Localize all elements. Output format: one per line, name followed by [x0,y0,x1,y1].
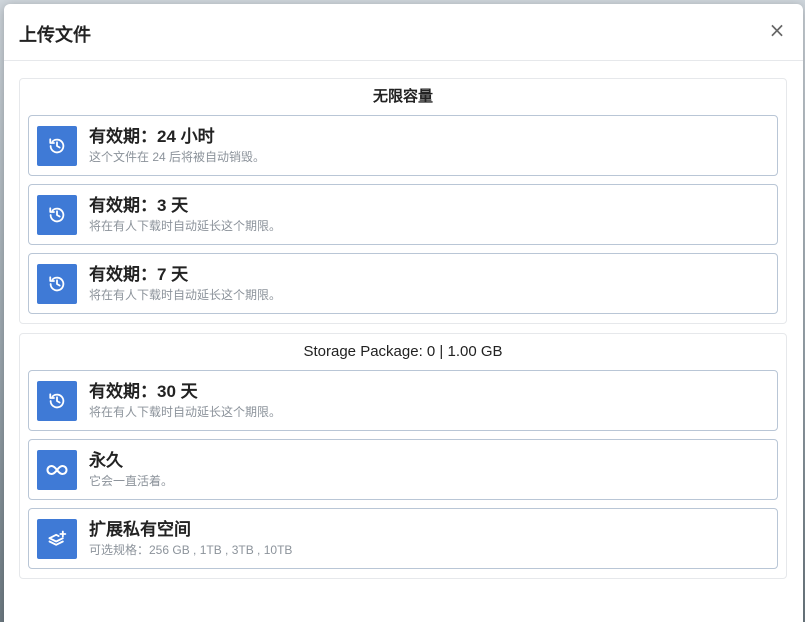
option-text: 有效期：7 天 将在有人下载时自动延长这个期限。 [89,264,281,303]
option-desc: 将在有人下载时自动延长这个期限。 [89,219,282,233]
history-icon [37,380,77,421]
history-icon [37,263,77,304]
section-title: 无限容量 [372,88,433,105]
modal-header: 上传文件 × [4,4,803,61]
option-title: 扩展私有空间 [89,520,191,539]
option-text: 扩展私有空间 可选规格：256 GB , 1TB , 3TB , 10TB [89,519,292,558]
history-icon [37,194,77,235]
option-desc: 将在有人下载时自动延长这个期限。 [89,405,282,419]
section-storage-package: Storage Package: 0 | 1.00 GB 有效期：30 天 将在… [19,333,787,579]
option-title: 有效期：3 天 [89,196,189,215]
layers-plus-icon [37,518,77,559]
option-desc: 这个文件在 24 后将被自动销毁。 [89,150,266,164]
option-title: 有效期：7 天 [89,265,189,284]
option-7-days[interactable]: 有效期：7 天 将在有人下载时自动延长这个期限。 [28,253,778,314]
option-text: 有效期：30 天 将在有人下载时自动延长这个期限。 [89,381,281,420]
option-text: 有效期：24 小时 这个文件在 24 后将被自动销毁。 [89,126,265,165]
history-icon [37,125,77,166]
close-button[interactable]: × [765,18,789,42]
option-3-days[interactable]: 有效期：3 天 将在有人下载时自动延长这个期限。 [28,184,778,245]
modal-body: 无限容量 有效期：24 小时 这个文件在 24 后将被自动销毁。 有效期：3 天… [4,61,803,579]
option-desc: 它会一直活着。 [89,474,174,488]
option-expand-private-space[interactable]: 扩展私有空间 可选规格：256 GB , 1TB , 3TB , 10TB [28,508,778,569]
upload-modal: 上传文件 × 无限容量 有效期：24 小时 这个文件在 24 后将被自动销毁。 [4,4,803,622]
option-text: 有效期：3 天 将在有人下载时自动延长这个期限。 [89,195,281,234]
option-30-days[interactable]: 有效期：30 天 将在有人下载时自动延长这个期限。 [28,370,778,431]
option-title: 有效期：24 小时 [89,127,215,146]
section-title: Storage Package: 0 | 1.00 GB [303,343,503,360]
modal-title: 上传文件 [19,25,91,45]
option-title: 有效期：30 天 [89,382,198,401]
option-24-hours[interactable]: 有效期：24 小时 这个文件在 24 后将被自动销毁。 [28,115,778,176]
option-title: 永久 [89,451,123,470]
option-desc: 可选规格：256 GB , 1TB , 3TB , 10TB [89,543,293,557]
section-unlimited-capacity: 无限容量 有效期：24 小时 这个文件在 24 后将被自动销毁。 有效期：3 天… [19,78,787,324]
option-desc: 将在有人下载时自动延长这个期限。 [89,288,282,302]
infinity-icon [37,449,77,490]
option-text: 永久 它会一直活着。 [89,450,173,489]
option-permanent[interactable]: 永久 它会一直活着。 [28,439,778,500]
